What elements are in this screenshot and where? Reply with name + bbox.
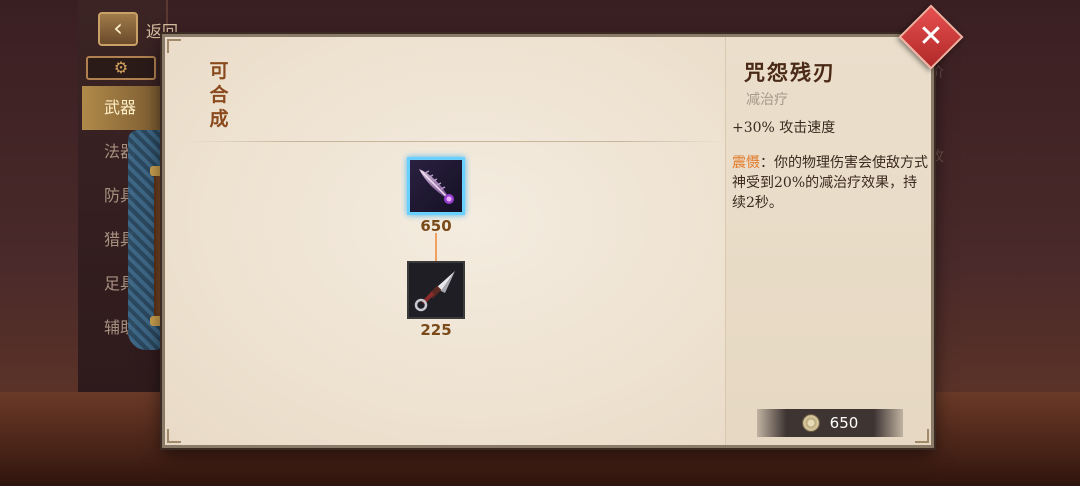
section-title-craftable: 可合成 <box>209 60 229 130</box>
recipe-connector-line <box>435 233 437 261</box>
kunai-dagger-icon <box>414 271 455 312</box>
chevron-left-icon: ‹ <box>113 14 123 42</box>
purple-feather-blade-icon <box>419 169 454 204</box>
settings-button[interactable]: ⚙ <box>86 56 156 80</box>
gear-icon: ⚙ <box>113 58 129 77</box>
item-stat: +30% 攻击速度 <box>732 120 836 136</box>
total-price-bar: 650 <box>757 409 903 437</box>
item-description: 震慑：你的物理伤害会使敌方式神受到20%的减治疗效果，持续2秒。 <box>732 153 928 213</box>
passive-description: ：你的物理伤害会使敌方式神受到20%的减治疗效果，持续2秒。 <box>732 155 928 211</box>
passive-name: 震慑 <box>732 155 760 171</box>
item-tag: 减治疗 <box>746 92 788 108</box>
item-name: 咒怨残刃 <box>744 60 836 85</box>
close-icon[interactable]: ✕ <box>908 14 954 60</box>
item-detail-dialog: 可合成 650 225 咒怨残刃 减治疗 +30% 攻击速度 震慑：你的物理伤害… <box>162 34 934 448</box>
corner-ornament <box>167 429 181 443</box>
recipe-tree-panel: 可合成 650 225 <box>165 37 725 445</box>
total-price: 650 <box>829 414 859 432</box>
recipe-item-top[interactable] <box>407 157 465 215</box>
divider <box>185 141 725 142</box>
coin-icon <box>801 414 820 432</box>
category-tab-weapon[interactable]: 武器 <box>82 86 162 130</box>
recipe-item-bottom[interactable] <box>407 261 465 319</box>
corner-ornament <box>915 429 929 443</box>
corner-ornament <box>167 39 181 53</box>
item-info-panel: 咒怨残刃 减治疗 +30% 攻击速度 震慑：你的物理伤害会使敌方式神受到20%的… <box>725 37 931 445</box>
back-button[interactable]: ‹ <box>98 12 138 46</box>
recipe-item-bottom-price: 225 <box>420 321 452 339</box>
